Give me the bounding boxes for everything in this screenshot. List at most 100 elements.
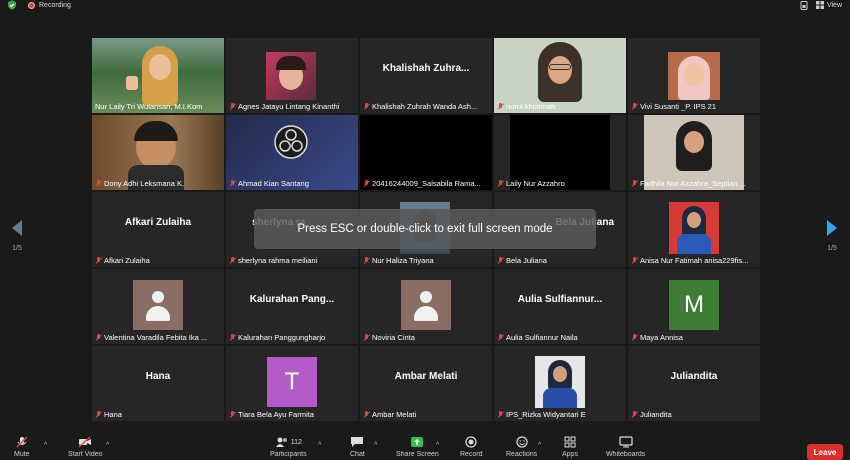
participant-name: IPS_Rizka Widyantari E [506, 410, 586, 419]
participant-tile[interactable]: Ahmad Kian Santang [226, 115, 358, 190]
prev-page-button[interactable]: 1/5 [10, 220, 24, 252]
record-icon [465, 436, 477, 448]
chat-icon [351, 437, 364, 447]
muted-mic-icon [497, 257, 503, 264]
muted-mic-icon [229, 180, 235, 187]
muted-mic-icon [631, 257, 637, 264]
chat-button[interactable]: Chat [350, 436, 365, 459]
window-icon[interactable] [800, 0, 808, 10]
participants-button[interactable]: 112 Participants [270, 436, 307, 459]
muted-mic-icon [631, 103, 637, 110]
share-screen-label: Share Screen [396, 451, 439, 458]
muted-mic-icon [229, 257, 235, 264]
participant-display-name: Ambar Melati [394, 371, 458, 382]
participant-tile[interactable]: Fadhila Nur Azzahra_Septian ... [628, 115, 760, 190]
start-video-button[interactable]: Start Video [68, 436, 103, 459]
chat-label: Chat [350, 451, 365, 458]
participant-name: Juliandita [640, 410, 672, 419]
obs-logo-icon [274, 125, 308, 159]
participant-name: Afkari Zulaiha [104, 256, 150, 265]
apps-button[interactable]: Apps [562, 436, 578, 459]
participant-tile[interactable]: Valentina Varadila Febita Ika ... [92, 269, 224, 344]
participant-name: nurul khotimah [506, 102, 556, 111]
chevron-up-icon[interactable]: ^ [106, 442, 109, 449]
participant-display-name: Juliandita [670, 371, 718, 382]
muted-mic-icon [631, 334, 637, 341]
view-label: View [826, 1, 842, 9]
mute-button[interactable]: Mute [14, 436, 30, 459]
participant-video [669, 202, 719, 254]
participant-tile[interactable]: Agnes Jatayu Lintang Kinanthi [226, 38, 358, 113]
participant-tile[interactable]: Nur Laily Tri Wulansari, M.I.Kom [92, 38, 224, 113]
default-avatar-icon [133, 280, 183, 330]
participant-tile[interactable]: Afkari Zulaiha Afkari Zulaiha [92, 192, 224, 267]
participant-tile[interactable]: Noviria Cinta [360, 269, 492, 344]
chevron-up-icon[interactable]: ^ [538, 442, 541, 449]
participant-name: Ahmad Kian Santang [238, 179, 309, 188]
participant-name: Laily Nur Azzahro [506, 179, 565, 188]
reactions-label: Reactions [506, 451, 538, 458]
muted-mic-icon [497, 103, 503, 110]
muted-mic-icon [363, 180, 369, 187]
chevron-up-icon[interactable]: ^ [44, 442, 47, 449]
muted-mic-icon [363, 257, 369, 264]
top-status-bar: Recording View [0, 0, 850, 12]
participant-name: Valentina Varadila Febita Ika ... [104, 333, 208, 342]
mute-label: Mute [14, 451, 30, 458]
recording-label: Recording [39, 1, 71, 9]
participant-name: Khalishah Zuhrah Wanda Ash... [372, 102, 478, 111]
leave-button[interactable]: Leave [807, 444, 843, 460]
participant-name: Fadhila Nur Azzahra_Septian ... [640, 179, 746, 188]
share-screen-icon [411, 437, 424, 447]
muted-mic-icon [95, 411, 101, 418]
participant-tile[interactable]: M Maya Annisa [628, 269, 760, 344]
participant-tile[interactable]: Khalishah Zuhra... Khalishah Zuhrah Wand… [360, 38, 492, 113]
letter-avatar: M [669, 280, 719, 330]
participant-tile[interactable]: T Tiara Bela Ayu Farmita [226, 346, 358, 421]
fullscreen-toast: Press ESC or double-click to exit full s… [254, 209, 596, 249]
participant-name: Aulia Sulfiannur Naila [506, 333, 578, 342]
participant-name: 20416244009_Salsabila Rama... [372, 179, 481, 188]
participant-tile[interactable]: Laily Nur Azzahro [494, 115, 626, 190]
page-indicator-left: 1/5 [12, 245, 22, 252]
apps-icon [564, 436, 576, 448]
participant-name: Anisa Nur Fatimah anisa229fis... [640, 256, 749, 265]
muted-mic-icon [631, 411, 637, 418]
whiteboards-button[interactable]: Whiteboards [606, 436, 645, 459]
muted-mic-icon [95, 257, 101, 264]
meeting-toolbar: Mute ^ Start Video ^ 112 Participants ^ … [0, 434, 850, 460]
next-page-button[interactable]: 1/5 [825, 220, 839, 252]
record-button[interactable]: Record [460, 436, 483, 459]
participant-tile[interactable]: Kalurahan Pang... Kalurahan Panggungharj… [226, 269, 358, 344]
muted-mic-icon [631, 180, 637, 187]
muted-mic-icon [497, 180, 503, 187]
participant-name: Nur Laily Tri Wulansari, M.I.Kom [95, 102, 203, 111]
muted-mic-icon [229, 334, 235, 341]
participant-name: Maya Annisa [640, 333, 683, 342]
participant-name: Bela Juliana [506, 256, 547, 265]
participant-tile[interactable]: Juliandita Juliandita [628, 346, 760, 421]
participant-tile[interactable]: Vivi Susanti _P. IPS 21 [628, 38, 760, 113]
participant-tile[interactable]: IPS_Rizka Widyantari E [494, 346, 626, 421]
participant-tile[interactable]: Dony Adhi Leksmana K. [92, 115, 224, 190]
participants-icon [275, 437, 287, 447]
reactions-button[interactable]: Reactions [506, 436, 537, 459]
participant-tile[interactable]: Ambar Melati Ambar Melati [360, 346, 492, 421]
chevron-up-icon[interactable]: ^ [374, 442, 377, 449]
chevron-right-icon [827, 220, 837, 236]
record-dot-icon [28, 1, 35, 9]
participant-tile[interactable]: Hana Hana [92, 346, 224, 421]
participant-tile[interactable]: 20416244009_Salsabila Rama... [360, 115, 492, 190]
encryption-shield-icon[interactable] [7, 0, 17, 10]
view-button[interactable]: View [815, 1, 842, 9]
recording-indicator[interactable]: Recording [28, 0, 71, 10]
chevron-up-icon[interactable]: ^ [318, 442, 321, 449]
muted-microphone-icon [16, 436, 28, 448]
chevron-up-icon[interactable]: ^ [436, 442, 439, 449]
participant-name: Ambar Melati [372, 410, 417, 419]
start-video-label: Start Video [68, 451, 103, 458]
participant-tile[interactable]: nurul khotimah [494, 38, 626, 113]
participant-tile[interactable]: Anisa Nur Fatimah anisa229fis... [628, 192, 760, 267]
share-screen-button[interactable]: Share Screen [396, 436, 439, 459]
participant-tile[interactable]: Aulia Sulfiannur... Aulia Sulfiannur Nai… [494, 269, 626, 344]
